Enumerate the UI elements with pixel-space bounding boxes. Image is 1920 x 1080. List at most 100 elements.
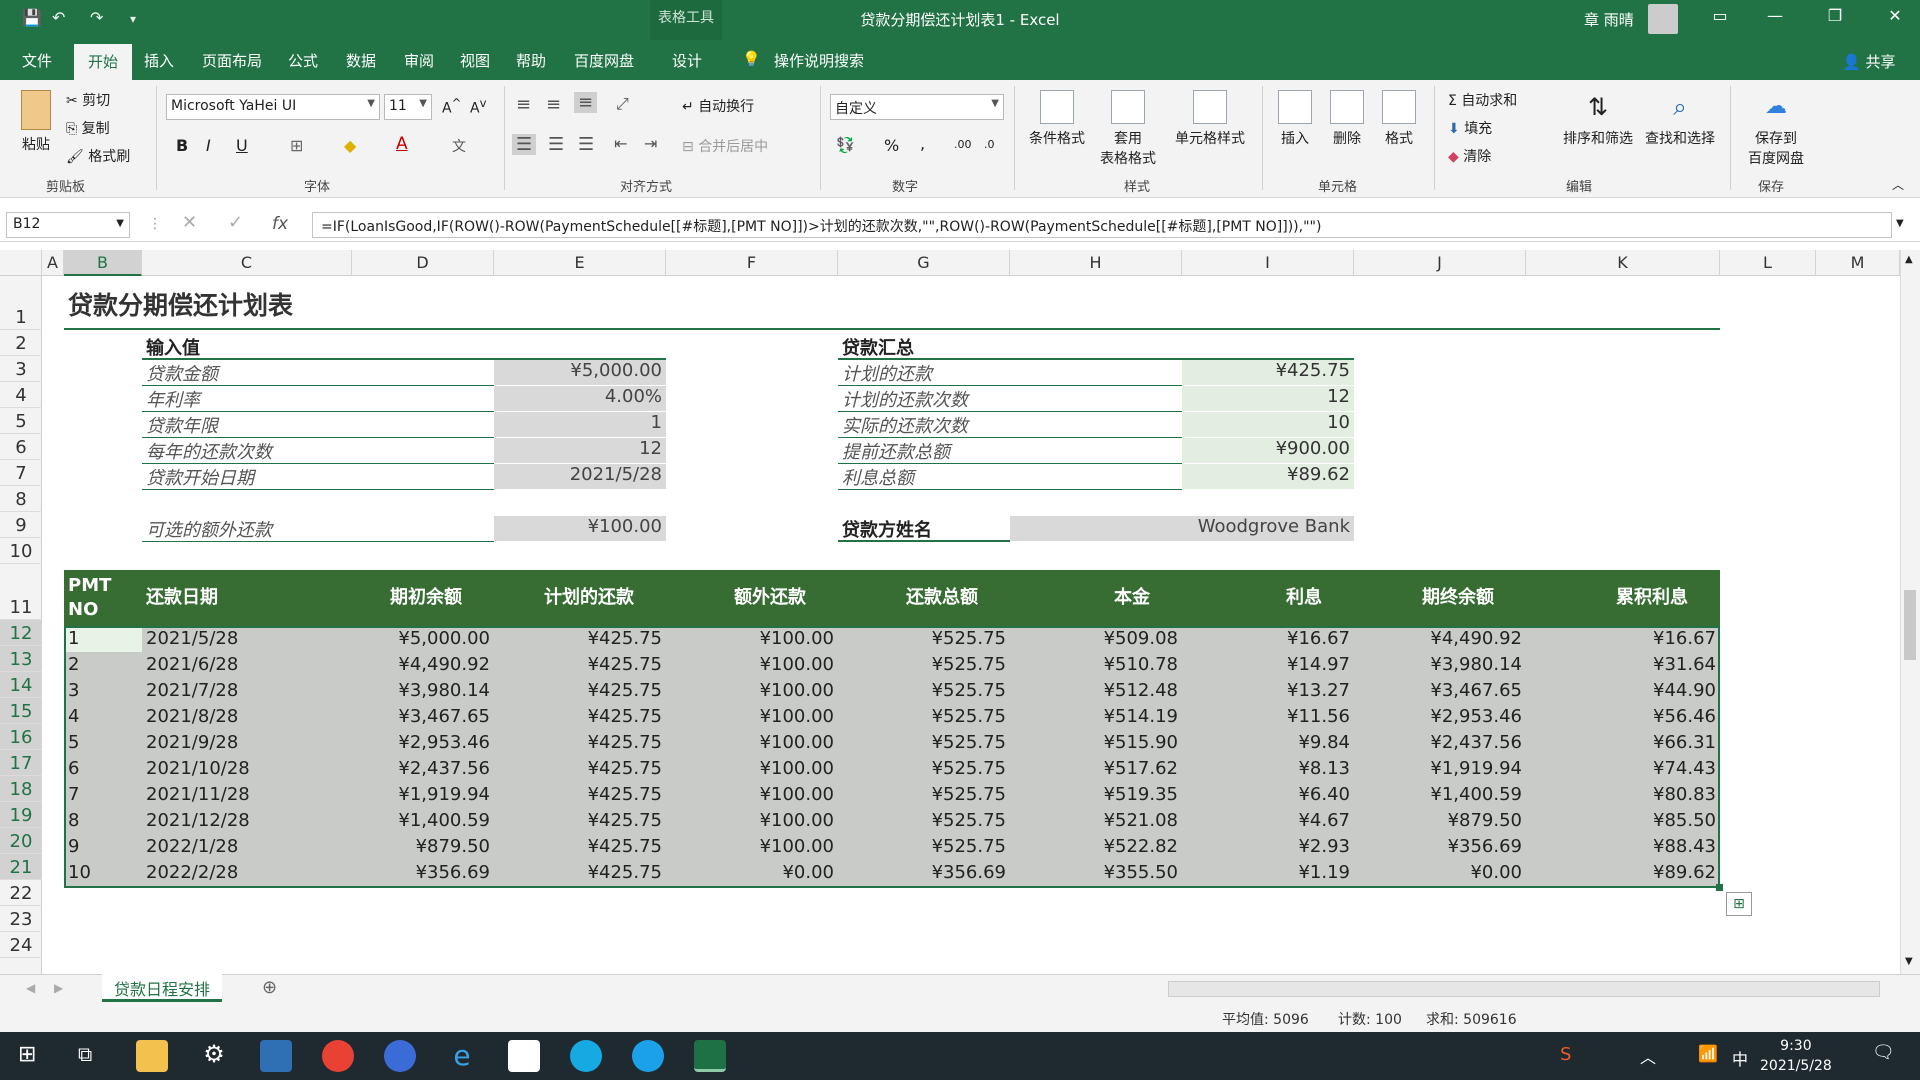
avatar[interactable] [1648, 4, 1678, 34]
increase-indent-icon[interactable]: ⇥ [644, 134, 657, 153]
table-cell[interactable]: ¥521.08 [1010, 808, 1182, 834]
table-cell[interactable]: ¥44.90 [1526, 678, 1720, 704]
fill-handle[interactable] [1716, 884, 1723, 891]
table-cell[interactable]: ¥425.75 [494, 860, 666, 886]
table-cell[interactable]: ¥2,953.46 [352, 730, 494, 756]
table-cell[interactable]: ¥16.67 [1526, 626, 1720, 652]
orientation-icon[interactable]: ⤢ [616, 94, 629, 114]
table-cell[interactable]: ¥9.84 [1182, 730, 1354, 756]
row-header[interactable]: 24 [0, 932, 42, 958]
wrap-text-button[interactable]: ↵ 自动换行 [682, 96, 754, 116]
enter-icon[interactable]: ✓ [228, 212, 243, 233]
table-cell[interactable]: ¥31.64 [1526, 652, 1720, 678]
name-box[interactable]: B12 ▼ [6, 212, 130, 238]
table-cell[interactable]: ¥525.75 [838, 730, 1010, 756]
table-cell[interactable]: 2022/2/28 [142, 860, 352, 886]
align-middle-icon[interactable]: ≡ [546, 94, 561, 115]
table-cell[interactable]: 2021/12/28 [142, 808, 352, 834]
select-all-corner[interactable] [0, 250, 42, 276]
row-header[interactable]: 4 [0, 382, 42, 408]
table-cell[interactable]: ¥1,919.94 [1354, 756, 1526, 782]
input-value[interactable]: 1 [494, 412, 666, 438]
column-header-d[interactable]: D [352, 250, 494, 276]
table-cell[interactable]: ¥100.00 [666, 808, 838, 834]
ie-icon[interactable]: e [446, 1040, 478, 1072]
tab-file[interactable]: 文件 [22, 50, 52, 71]
format-as-table-button[interactable]: 套用 表格格式 [1090, 90, 1166, 168]
table-cell[interactable]: ¥0.00 [1354, 860, 1526, 886]
app-l-icon[interactable] [384, 1040, 416, 1072]
row-header[interactable]: 14 [0, 672, 42, 698]
table-cell[interactable]: ¥425.75 [494, 756, 666, 782]
cancel-icon[interactable]: ✕ [182, 212, 197, 233]
column-header-l[interactable]: L [1720, 250, 1816, 276]
table-cell[interactable]: ¥525.75 [838, 834, 1010, 860]
font-color-icon[interactable]: A [396, 134, 408, 154]
row-header[interactable]: 22 [0, 880, 42, 906]
store-icon[interactable] [508, 1040, 540, 1072]
next-sheet-icon[interactable]: ▶ [54, 981, 63, 995]
table-cell[interactable]: ¥100.00 [666, 652, 838, 678]
underline-icon[interactable]: U [236, 136, 248, 155]
share-button[interactable]: 👤 共享 [1842, 51, 1895, 72]
format-cells-button[interactable]: 格式 [1376, 90, 1422, 148]
row-header[interactable]: 1 [0, 276, 42, 330]
table-cell[interactable]: ¥525.75 [838, 756, 1010, 782]
table-cell[interactable]: 4 [64, 704, 142, 730]
sogou-ime-icon[interactable]: S [1560, 1044, 1571, 1065]
input-value[interactable]: 2021/5/28 [494, 464, 666, 490]
column-header-c[interactable]: C [142, 250, 352, 276]
table-cell[interactable]: ¥6.40 [1182, 782, 1354, 808]
table-cell[interactable]: ¥4,490.92 [1354, 626, 1526, 652]
system-clock[interactable]: 9:30 2021/5/28 [1760, 1036, 1832, 1076]
table-cell[interactable]: ¥3,980.14 [1354, 652, 1526, 678]
percent-style-icon[interactable]: % [884, 136, 899, 155]
table-cell[interactable]: ¥100.00 [666, 678, 838, 704]
table-cell[interactable]: ¥522.82 [1010, 834, 1182, 860]
table-cell[interactable]: ¥355.50 [1010, 860, 1182, 886]
tray-expand-icon[interactable]: ︿ [1640, 1044, 1656, 1068]
table-header-cell[interactable]: 本金 [1010, 570, 1182, 626]
table-cell[interactable]: ¥89.62 [1526, 860, 1720, 886]
insert-cells-button[interactable]: 插入 [1272, 90, 1318, 148]
scroll-thumb[interactable] [1904, 590, 1916, 660]
table-cell[interactable]: ¥88.43 [1526, 834, 1720, 860]
table-cell[interactable]: ¥425.75 [494, 730, 666, 756]
table-cell[interactable]: ¥356.69 [838, 860, 1010, 886]
tab-formulas[interactable]: 公式 [288, 50, 318, 71]
tab-home[interactable]: 开始 [74, 44, 133, 80]
table-cell[interactable]: ¥13.27 [1182, 678, 1354, 704]
row-header[interactable]: 19 [0, 802, 42, 828]
table-cell[interactable]: ¥85.50 [1526, 808, 1720, 834]
table-cell[interactable]: 9 [64, 834, 142, 860]
table-cell[interactable]: ¥425.75 [494, 652, 666, 678]
table-header-cell[interactable]: 期终余额 [1354, 570, 1526, 626]
table-cell[interactable]: ¥525.75 [838, 626, 1010, 652]
table-cell[interactable]: 5 [64, 730, 142, 756]
sort-filter-button[interactable]: ⇅ 排序和筛选 [1560, 90, 1636, 148]
table-cell[interactable]: ¥100.00 [666, 782, 838, 808]
table-cell[interactable]: ¥525.75 [838, 808, 1010, 834]
table-cell[interactable]: ¥2,437.56 [352, 756, 494, 782]
table-header-cell[interactable]: 还款总额 [838, 570, 1010, 626]
table-cell[interactable]: ¥879.50 [352, 834, 494, 860]
settings-icon[interactable]: ⚙ [198, 1040, 230, 1072]
table-cell[interactable]: 6 [64, 756, 142, 782]
table-cell[interactable]: ¥510.78 [1010, 652, 1182, 678]
undo-icon[interactable]: ↶ [52, 8, 65, 27]
cell-styles-button[interactable]: 单元格样式 [1168, 90, 1252, 148]
row-header[interactable]: 20 [0, 828, 42, 854]
table-cell[interactable]: ¥1.19 [1182, 860, 1354, 886]
row-header[interactable]: 2 [0, 330, 42, 356]
quick-analysis-icon[interactable]: ⊞ [1726, 892, 1752, 916]
table-cell[interactable]: ¥5,000.00 [352, 626, 494, 652]
increase-decimal-icon[interactable]: .00 [954, 138, 972, 151]
align-right-icon[interactable]: ☰ [578, 134, 594, 155]
table-cell[interactable]: ¥4,490.92 [352, 652, 494, 678]
table-cell[interactable]: 2021/5/28 [142, 626, 352, 652]
input-value[interactable]: 4.00% [494, 386, 666, 412]
tab-view[interactable]: 视图 [460, 50, 490, 71]
table-cell[interactable]: ¥1,400.59 [1354, 782, 1526, 808]
table-cell[interactable]: ¥879.50 [1354, 808, 1526, 834]
table-cell[interactable]: ¥2,437.56 [1354, 730, 1526, 756]
